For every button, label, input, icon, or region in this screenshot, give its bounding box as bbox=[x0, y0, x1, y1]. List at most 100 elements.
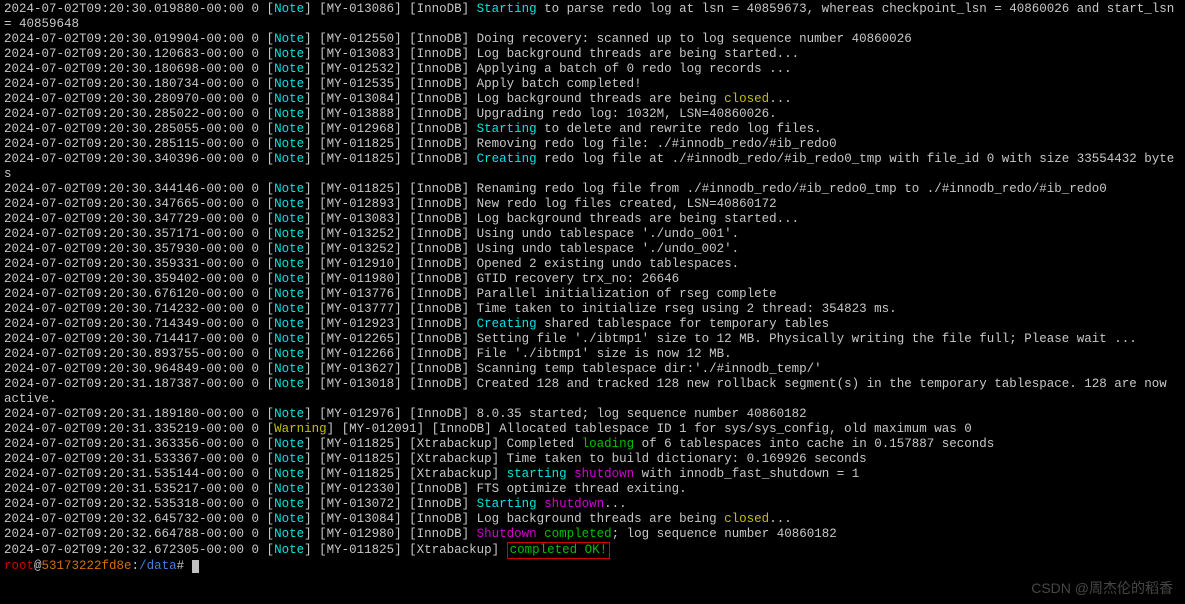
log-segment: [ bbox=[267, 107, 275, 121]
log-segment: ... bbox=[769, 512, 792, 526]
log-segment: 2024-07-02T09:20:30.120683-00:00 0 bbox=[4, 47, 267, 61]
log-line: 2024-07-02T09:20:32.645732-00:00 0 [Note… bbox=[4, 512, 1181, 527]
prompt-path: /data bbox=[139, 559, 177, 573]
log-segment: [MY-012910] [InnoDB] Opened 2 existing u… bbox=[319, 257, 739, 271]
log-segment: [MY-012976] [InnoDB] 8.0.35 started; log… bbox=[319, 407, 807, 421]
log-segment: 2024-07-02T09:20:30.359331-00:00 0 bbox=[4, 257, 267, 271]
prompt-symbol: # bbox=[177, 559, 192, 573]
log-segment: Note bbox=[274, 452, 304, 466]
log-segment: 2024-07-02T09:20:31.535144-00:00 0 bbox=[4, 467, 267, 481]
log-segment: [ bbox=[267, 347, 275, 361]
log-segment: [MY-012266] [InnoDB] File './ibtmp1' siz… bbox=[319, 347, 732, 361]
log-segment: [ bbox=[267, 122, 275, 136]
log-segment: [ bbox=[267, 212, 275, 226]
log-segment: 2024-07-02T09:20:30.180698-00:00 0 bbox=[4, 62, 267, 76]
log-segment: [ bbox=[267, 377, 275, 391]
terminal-output[interactable]: 2024-07-02T09:20:30.019880-00:00 0 [Note… bbox=[0, 0, 1185, 576]
log-segment: Note bbox=[274, 107, 304, 121]
log-segment: [MY-013627] [InnoDB] Scanning temp table… bbox=[319, 362, 822, 376]
log-segment: [ bbox=[267, 152, 275, 166]
log-segment: Note bbox=[274, 287, 304, 301]
log-segment: Note bbox=[274, 377, 304, 391]
log-line: 2024-07-02T09:20:30.714349-00:00 0 [Note… bbox=[4, 317, 1181, 332]
log-line: 2024-07-02T09:20:31.335219-00:00 0 [Warn… bbox=[4, 422, 1181, 437]
log-segment: [ bbox=[267, 317, 275, 331]
log-line: 2024-07-02T09:20:30.359331-00:00 0 [Note… bbox=[4, 257, 1181, 272]
log-segment: [MY-013777] [InnoDB] Time taken to initi… bbox=[319, 302, 897, 316]
log-segment: 2024-07-02T09:20:30.347729-00:00 0 bbox=[4, 212, 267, 226]
log-segment: 2024-07-02T09:20:31.335219-00:00 0 bbox=[4, 422, 267, 436]
log-line: 2024-07-02T09:20:32.664788-00:00 0 [Note… bbox=[4, 527, 1181, 542]
completed-ok-highlight: completed OK! bbox=[507, 542, 611, 559]
log-segment: [MY-011825] [Xtrabackup] bbox=[319, 543, 507, 557]
log-segment: ] bbox=[304, 317, 319, 331]
log-line: 2024-07-02T09:20:30.344146-00:00 0 [Note… bbox=[4, 182, 1181, 197]
log-segment: Note bbox=[274, 92, 304, 106]
log-segment: Creating bbox=[477, 317, 537, 331]
log-segment: ] bbox=[304, 122, 319, 136]
log-segment: ] bbox=[304, 452, 319, 466]
log-line: 2024-07-02T09:20:30.120683-00:00 0 [Note… bbox=[4, 47, 1181, 62]
log-segment: ] bbox=[304, 137, 319, 151]
log-segment: ] bbox=[304, 212, 319, 226]
log-segment: 2024-07-02T09:20:31.189180-00:00 0 bbox=[4, 407, 267, 421]
log-segment: [ bbox=[267, 77, 275, 91]
log-segment: [MY-013252] [InnoDB] Using undo tablespa… bbox=[319, 227, 739, 241]
prompt-at: @ bbox=[34, 559, 42, 573]
log-segment: 2024-07-02T09:20:32.645732-00:00 0 bbox=[4, 512, 267, 526]
log-line: 2024-07-02T09:20:30.359402-00:00 0 [Note… bbox=[4, 272, 1181, 287]
log-segment: [ bbox=[267, 512, 275, 526]
log-segment: closed bbox=[724, 92, 769, 106]
log-segment: Note bbox=[274, 482, 304, 496]
log-segment: 2024-07-02T09:20:30.285055-00:00 0 bbox=[4, 122, 267, 136]
log-segment: Note bbox=[274, 257, 304, 271]
log-segment: [ bbox=[267, 242, 275, 256]
log-segment: Note bbox=[274, 317, 304, 331]
log-segment: [MY-011825] [Xtrabackup] bbox=[319, 467, 507, 481]
log-line: 2024-07-02T09:20:31.535144-00:00 0 [Note… bbox=[4, 467, 1181, 482]
log-segment: Note bbox=[274, 122, 304, 136]
log-segment: [MY-013888] [InnoDB] Upgrading redo log:… bbox=[319, 107, 777, 121]
log-segment: ] bbox=[304, 287, 319, 301]
log-segment: ] bbox=[304, 347, 319, 361]
log-segment: 2024-07-02T09:20:30.285115-00:00 0 bbox=[4, 137, 267, 151]
log-segment: 2024-07-02T09:20:30.359402-00:00 0 bbox=[4, 272, 267, 286]
log-segment: ] bbox=[304, 543, 319, 557]
prompt-colon: : bbox=[132, 559, 140, 573]
log-segment: with innodb_fast_shutdown = 1 bbox=[634, 467, 859, 481]
log-segment: 2024-07-02T09:20:32.535318-00:00 0 bbox=[4, 497, 267, 511]
log-segment: [ bbox=[267, 407, 275, 421]
log-segment: completed bbox=[544, 527, 612, 541]
log-segment: 2024-07-02T09:20:30.357171-00:00 0 bbox=[4, 227, 267, 241]
log-segment: [ bbox=[267, 62, 275, 76]
prompt-host: 53173222fd8e bbox=[42, 559, 132, 573]
log-segment: [ bbox=[267, 302, 275, 316]
log-segment: [MY-013084] [InnoDB] Log background thre… bbox=[319, 92, 724, 106]
log-segment: 2024-07-02T09:20:31.187387-00:00 0 bbox=[4, 377, 267, 391]
log-segment: [MY-012968] [InnoDB] bbox=[319, 122, 477, 136]
log-line: 2024-07-02T09:20:30.180734-00:00 0 [Note… bbox=[4, 77, 1181, 92]
log-segment: Note bbox=[274, 2, 304, 16]
log-line: 2024-07-02T09:20:30.019904-00:00 0 [Note… bbox=[4, 32, 1181, 47]
log-segment: Note bbox=[274, 197, 304, 211]
log-segment: 2024-07-02T09:20:32.672305-00:00 0 bbox=[4, 543, 267, 557]
log-segment: Note bbox=[274, 62, 304, 76]
log-segment: closed bbox=[724, 512, 769, 526]
log-segment: Note bbox=[274, 332, 304, 346]
log-segment: 2024-07-02T09:20:31.535217-00:00 0 bbox=[4, 482, 267, 496]
log-line: 2024-07-02T09:20:30.964849-00:00 0 [Note… bbox=[4, 362, 1181, 377]
log-segment: Creating bbox=[477, 152, 537, 166]
log-segment: ] bbox=[304, 152, 319, 166]
log-segment: 2024-07-02T09:20:30.019904-00:00 0 bbox=[4, 32, 267, 46]
log-segment: ] bbox=[304, 2, 319, 16]
log-segment: Note bbox=[274, 347, 304, 361]
log-segment: 2024-07-02T09:20:30.357930-00:00 0 bbox=[4, 242, 267, 256]
log-segment: [MY-011825] [InnoDB] bbox=[319, 152, 477, 166]
log-line: 2024-07-02T09:20:31.189180-00:00 0 [Note… bbox=[4, 407, 1181, 422]
log-segment: [ bbox=[267, 32, 275, 46]
log-segment: Warning bbox=[274, 422, 327, 436]
log-segment: [ bbox=[267, 197, 275, 211]
shell-prompt[interactable]: root@53173222fd8e:/data# bbox=[4, 559, 1181, 574]
log-segment: [MY-011825] [InnoDB] Renaming redo log f… bbox=[319, 182, 1107, 196]
log-segment: 2024-07-02T09:20:30.340396-00:00 0 bbox=[4, 152, 267, 166]
